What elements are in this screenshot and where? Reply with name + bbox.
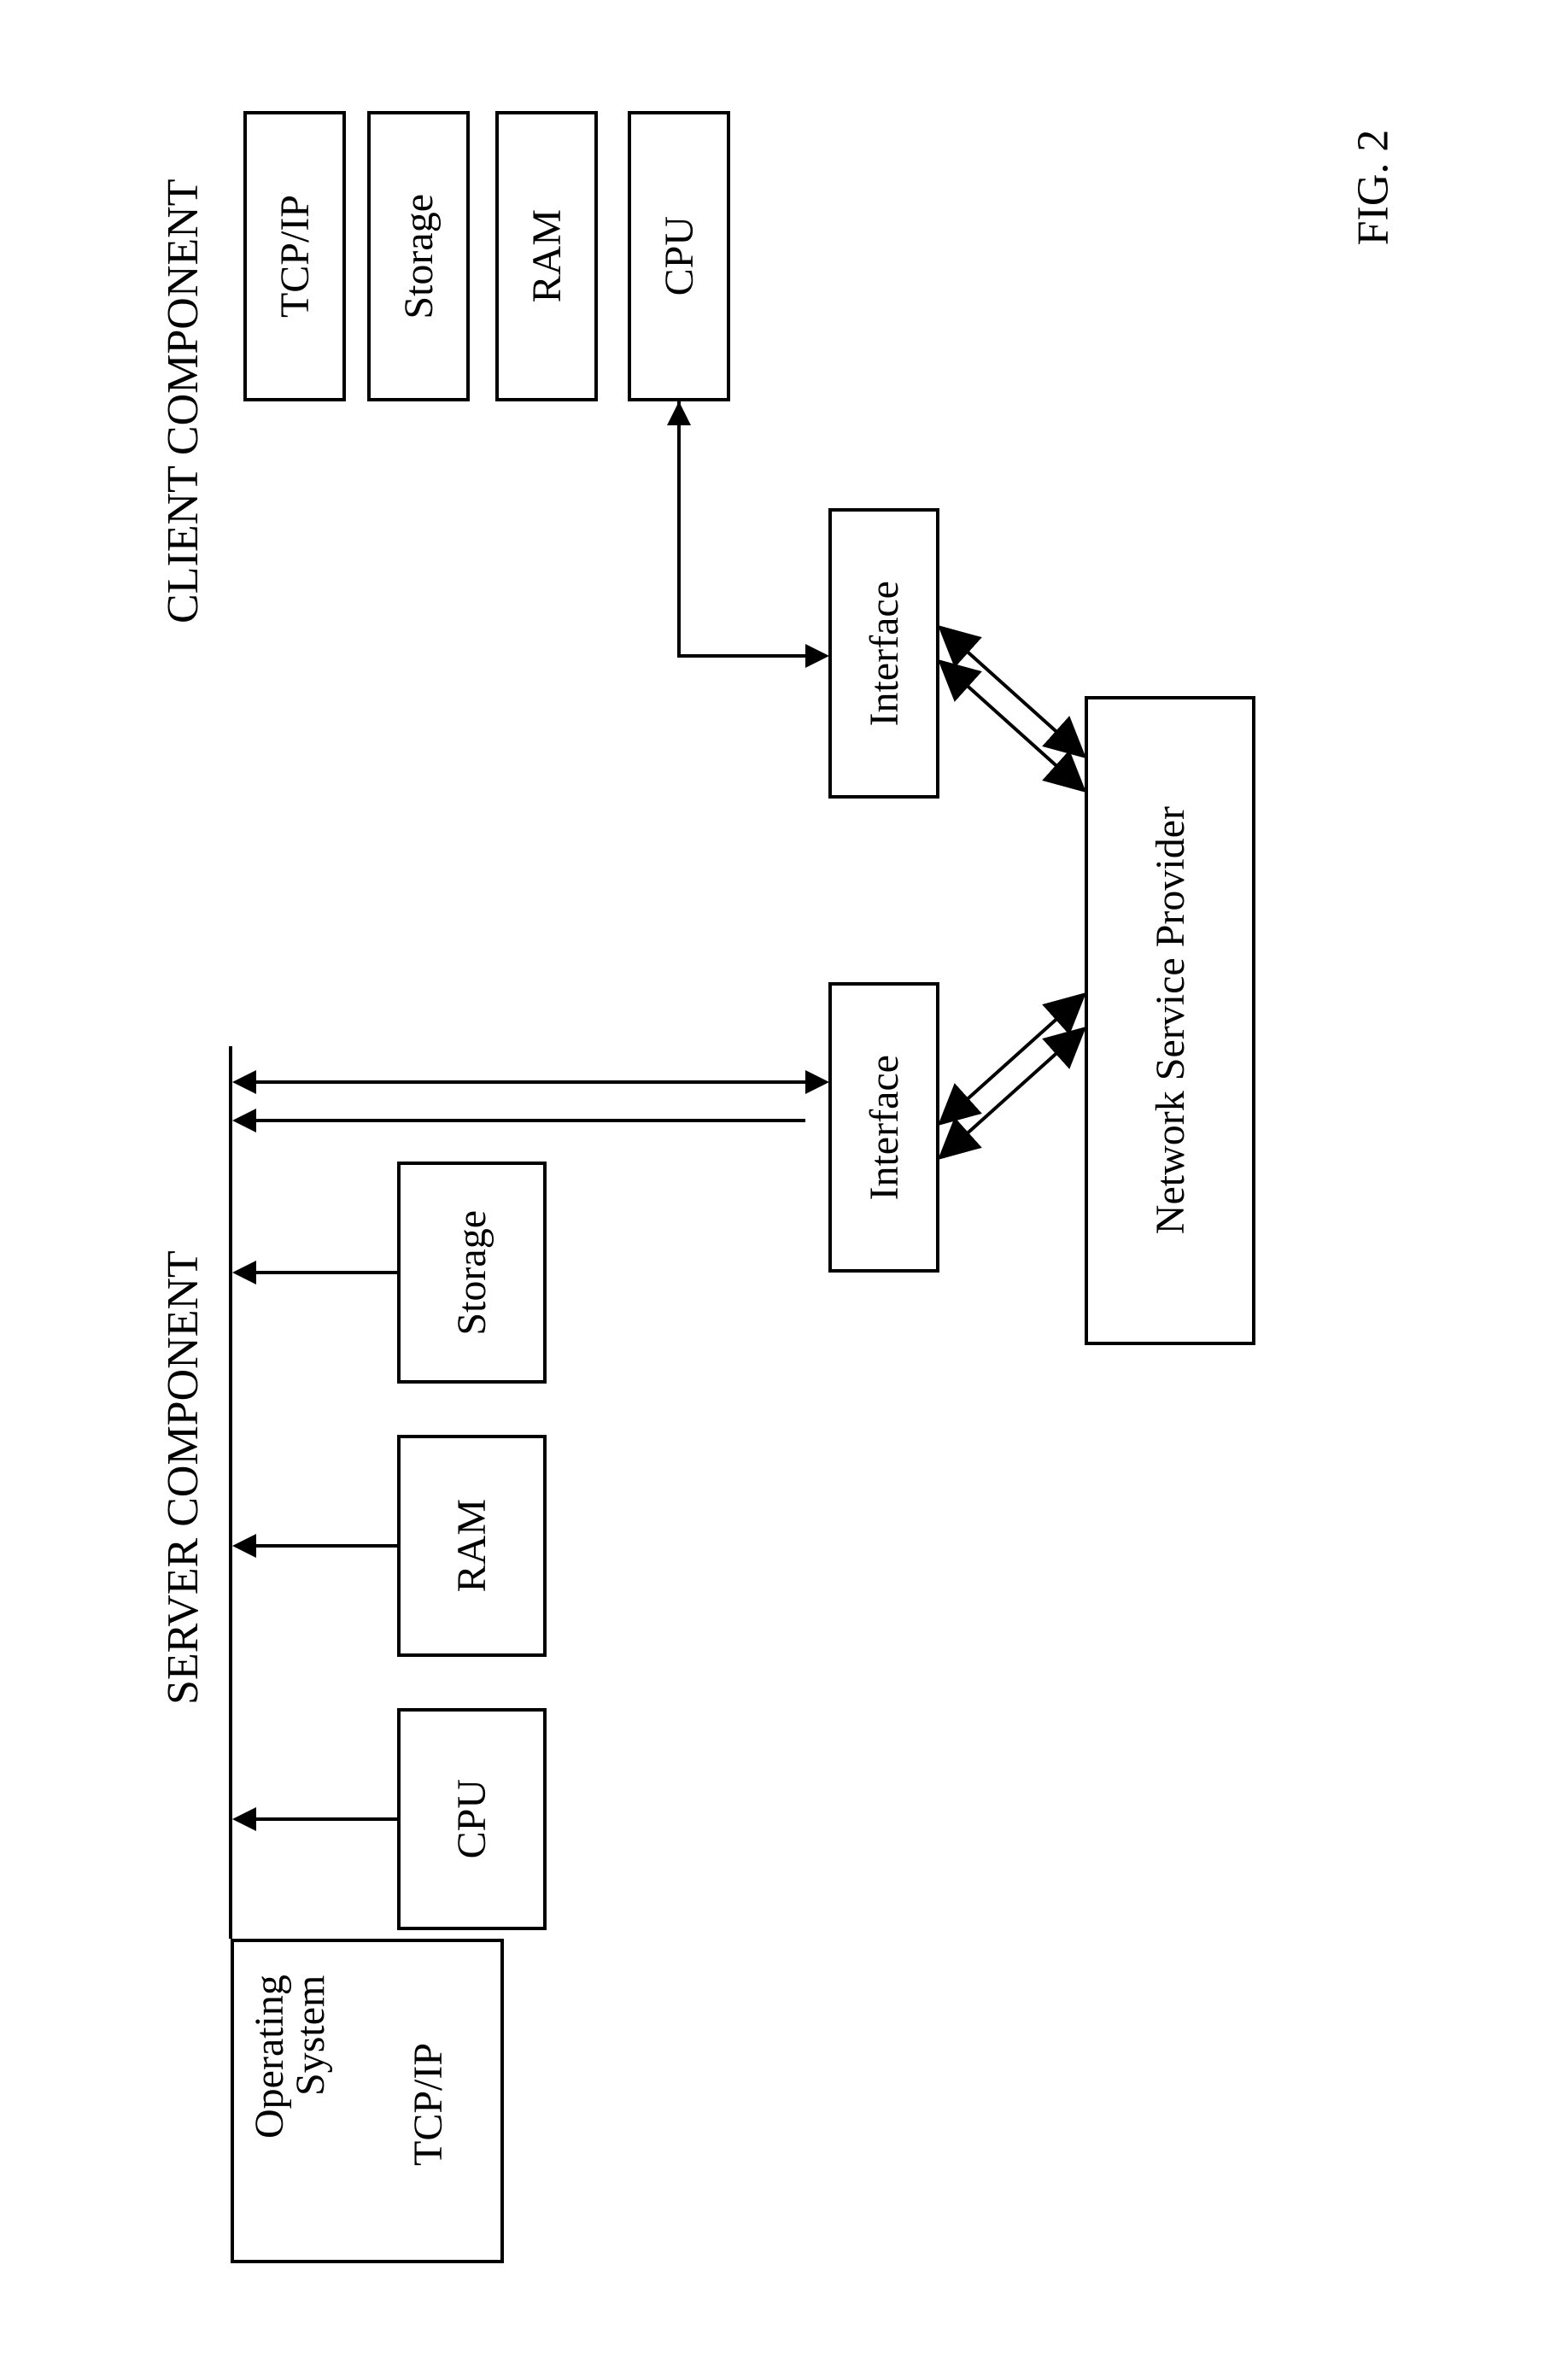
client-ram-label: RAM [524,209,570,302]
server-ram-label: RAM [448,1499,495,1592]
server-cpu-label: CPU [448,1779,495,1858]
arrow-cpu-interface-head-if [805,644,829,668]
arrow-cpu-interface-h [677,654,805,658]
server-os-box: Operating System TCP/IP [231,1939,504,2263]
server-storage-box: Storage [397,1162,547,1384]
arrow-client-if-nsp [927,598,1097,803]
arrow-bus-storage-head [232,1261,256,1284]
client-cpu-label: CPU [656,216,703,296]
arrow-bus-ram-head [232,1534,256,1558]
server-interface-label: Interface [861,1055,908,1201]
arrow-bus-interface-h1-l [232,1070,256,1094]
arrow-cpu-interface-head-cpu [667,401,691,425]
arrow-bus-cpu-head [232,1807,256,1831]
client-interface-label: Interface [861,581,908,727]
arrow-bus-interface-h2 [255,1119,805,1122]
server-ram-box: RAM [397,1435,547,1657]
client-tcpip-label: TCP/IP [272,195,319,318]
server-os-label-line2: System [287,1951,334,2096]
arrow-bus-interface-h2-l [232,1109,256,1132]
client-storage-label: Storage [395,194,442,319]
arrow-bus-storage [255,1271,397,1274]
figure-label: FIG. 2 [1348,130,1398,246]
server-bus-line [229,1046,232,1939]
server-cpu-box: CPU [397,1708,547,1930]
server-os-label-line1: Operating [246,1951,293,2139]
client-cpu-box: CPU [628,111,730,401]
server-storage-label: Storage [448,1210,495,1336]
arrow-server-if-nsp [927,982,1097,1187]
client-ram-box: RAM [495,111,598,401]
nsp-label: Network Service Provider [1147,806,1194,1234]
arrow-cpu-interface-v [677,401,681,658]
arrow-bus-cpu [255,1817,397,1821]
arrow-bus-interface-h1 [255,1080,805,1084]
server-tcpip-label: TCP/IP [405,2028,452,2181]
client-tcpip-box: TCP/IP [243,111,346,401]
client-storage-box: Storage [367,111,470,401]
server-component-heading: SERVER COMPONENT [158,1213,208,1742]
server-interface-box: Interface [828,982,939,1273]
nsp-box: Network Service Provider [1085,696,1255,1345]
client-component-heading: CLIENT COMPONENT [158,137,208,666]
arrow-bus-ram [255,1544,397,1548]
arrow-bus-interface-h1-r [805,1070,829,1094]
client-interface-box: Interface [828,508,939,799]
